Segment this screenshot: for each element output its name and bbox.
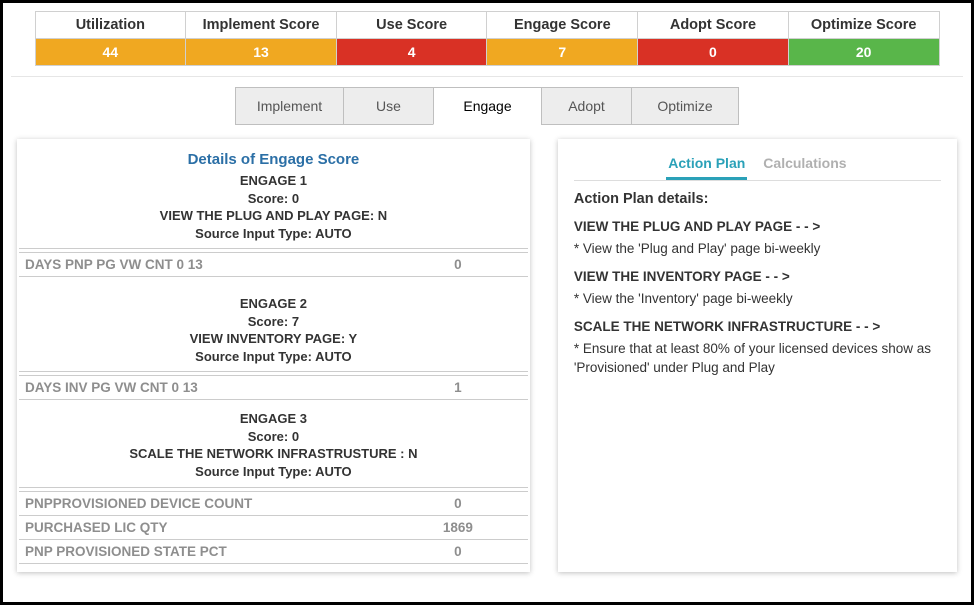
metric-row: PURCHASED LIC QTY 1869 xyxy=(19,516,528,540)
action-plan-head-3: SCALE THE NETWORK INFRASTRUCTURE - - > xyxy=(574,319,941,334)
action-plan-panel: Action Plan Calculations Action Plan det… xyxy=(558,139,957,572)
action-plan-head-2: VIEW THE INVENTORY PAGE - - > xyxy=(574,269,941,284)
engage2-source: Source Input Type: AUTO xyxy=(19,348,528,366)
tab-implement[interactable]: Implement xyxy=(235,87,343,125)
divider xyxy=(19,371,528,372)
tab-optimize[interactable]: Optimize xyxy=(631,87,739,125)
score-header-use: Use Score xyxy=(336,12,487,39)
metric-name: DAYS PNP PG VW CNT 0 13 xyxy=(25,257,398,272)
engage1-name: ENGAGE 1 xyxy=(19,172,528,190)
tab-action-plan[interactable]: Action Plan xyxy=(666,151,747,180)
metric-row: DAYS PNP PG VW CNT 0 13 0 xyxy=(19,252,528,277)
divider xyxy=(11,76,963,77)
metric-value: 0 xyxy=(398,496,518,511)
engage3-score: Score: 0 xyxy=(19,428,528,446)
phase-tabs: Implement Use Engage Adopt Optimize xyxy=(11,87,963,125)
engage-details-title: Details of Engage Score xyxy=(19,151,528,168)
score-value-implement: 13 xyxy=(186,39,337,66)
score-header-engage: Engage Score xyxy=(487,12,638,39)
score-value-optimize: 20 xyxy=(788,39,939,66)
engage1-source: Source Input Type: AUTO xyxy=(19,225,528,243)
engage-section-3: ENGAGE 3 Score: 0 SCALE THE NETWORK INFR… xyxy=(19,410,528,480)
engage-details-panel: Details of Engage Score ENGAGE 1 Score: … xyxy=(17,139,530,572)
metric-name: PNPPROVISIONED DEVICE COUNT xyxy=(25,496,398,511)
engage3-desc: SCALE THE NETWORK INFRASTRUSTURE : N xyxy=(19,445,528,463)
score-value-engage: 7 xyxy=(487,39,638,66)
metric-name: DAYS INV PG VW CNT 0 13 xyxy=(25,380,398,395)
engage2-desc: VIEW INVENTORY PAGE: Y xyxy=(19,330,528,348)
score-value-adopt: 0 xyxy=(638,39,789,66)
divider xyxy=(19,487,528,488)
tab-adopt[interactable]: Adopt xyxy=(541,87,631,125)
tab-use[interactable]: Use xyxy=(343,87,433,125)
score-summary-table: Utilization Implement Score Use Score En… xyxy=(35,11,940,66)
score-header-utilization: Utilization xyxy=(35,12,186,39)
metric-row: PNP PROVISIONED STATE PCT 0 xyxy=(19,540,528,564)
action-plan-body-1: * View the 'Plug and Play' page bi-weekl… xyxy=(574,240,941,259)
action-plan-body-2: * View the 'Inventory' page bi-weekly xyxy=(574,290,941,309)
score-value-use: 4 xyxy=(336,39,487,66)
metric-name: PNP PROVISIONED STATE PCT xyxy=(25,544,398,559)
engage-section-2: ENGAGE 2 Score: 7 VIEW INVENTORY PAGE: Y… xyxy=(19,295,528,365)
engage1-score: Score: 0 xyxy=(19,190,528,208)
action-plan-title: Action Plan details: xyxy=(574,191,941,207)
engage-section-1: ENGAGE 1 Score: 0 VIEW THE PLUG AND PLAY… xyxy=(19,172,528,242)
metric-name: PURCHASED LIC QTY xyxy=(25,520,398,535)
metric-value: 0 xyxy=(398,257,518,272)
engage2-name: ENGAGE 2 xyxy=(19,295,528,313)
divider xyxy=(19,248,528,249)
metric-value: 1 xyxy=(398,380,518,395)
engage3-source: Source Input Type: AUTO xyxy=(19,463,528,481)
engage2-score: Score: 7 xyxy=(19,313,528,331)
score-header-adopt: Adopt Score xyxy=(638,12,789,39)
engage1-desc: VIEW THE PLUG AND PLAY PAGE: N xyxy=(19,207,528,225)
action-plan-head-1: VIEW THE PLUG AND PLAY PAGE - - > xyxy=(574,219,941,234)
engage3-name: ENGAGE 3 xyxy=(19,410,528,428)
right-tabs: Action Plan Calculations xyxy=(574,151,941,181)
metric-row: PNPPROVISIONED DEVICE COUNT 0 xyxy=(19,491,528,516)
metric-value: 0 xyxy=(398,544,518,559)
action-plan-body-3: * Ensure that at least 80% of your licen… xyxy=(574,340,941,378)
score-header-optimize: Optimize Score xyxy=(788,12,939,39)
tab-calculations[interactable]: Calculations xyxy=(761,151,848,180)
tab-engage[interactable]: Engage xyxy=(433,87,541,125)
metric-row: DAYS INV PG VW CNT 0 13 1 xyxy=(19,375,528,400)
score-value-utilization: 44 xyxy=(35,39,186,66)
score-header-implement: Implement Score xyxy=(186,12,337,39)
metric-value: 1869 xyxy=(398,520,518,535)
